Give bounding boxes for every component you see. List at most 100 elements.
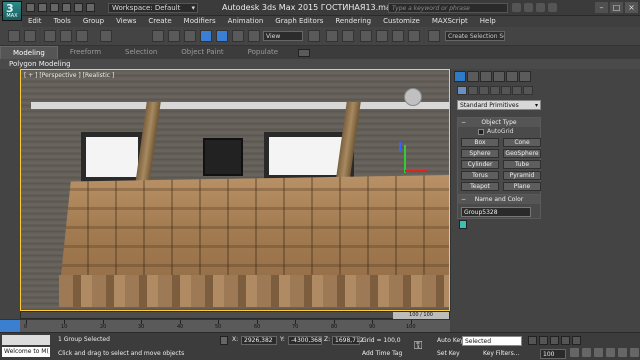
menu-modifiers[interactable]: Modifiers [178, 16, 222, 27]
menu-group[interactable]: Group [77, 16, 110, 27]
pivot-center-icon[interactable] [308, 30, 320, 42]
select-object-icon[interactable] [152, 30, 164, 42]
open-file-icon[interactable] [38, 3, 47, 12]
auto-key-button[interactable]: Auto Key [437, 337, 464, 344]
utilities-tab-icon[interactable] [519, 71, 531, 82]
pyramid-button[interactable]: Pyramid [503, 171, 541, 180]
new-file-icon[interactable] [26, 3, 35, 12]
selection-lock-icon[interactable] [220, 336, 228, 345]
tab-object-paint[interactable]: Object Paint [169, 46, 235, 59]
systems-icon[interactable] [523, 86, 533, 95]
select-and-rotate-icon[interactable] [216, 30, 228, 42]
edit-named-selection-icon[interactable] [428, 30, 440, 42]
help-icon[interactable] [548, 3, 557, 12]
go-to-start-icon[interactable] [528, 336, 537, 345]
zoom-all-icon[interactable] [582, 348, 591, 357]
select-manipulate-icon[interactable] [326, 30, 338, 42]
x-coord-field[interactable]: 2926,382 [241, 336, 277, 345]
binoculars-icon[interactable] [512, 3, 521, 12]
current-frame-field[interactable]: 100 [540, 349, 566, 359]
key-selection-dropdown[interactable]: Selected [462, 336, 522, 346]
ribbon-toggle-icon[interactable] [298, 48, 311, 57]
tab-modeling[interactable]: Modeling [0, 45, 58, 60]
cylinder-button[interactable]: Cylinder [461, 160, 499, 169]
previous-frame-icon[interactable] [539, 336, 548, 345]
community-icon[interactable] [524, 3, 533, 12]
menu-rendering[interactable]: Rendering [329, 16, 377, 27]
autogrid-checkbox[interactable]: AutoGrid [458, 127, 540, 136]
menu-views[interactable]: Views [110, 16, 142, 27]
object-color-swatch[interactable] [459, 220, 467, 229]
menu-edit[interactable]: Edit [22, 16, 48, 27]
motion-tab-icon[interactable] [493, 71, 505, 82]
redo-icon[interactable] [74, 3, 83, 12]
reference-coordinate-dropdown[interactable]: View [263, 31, 303, 41]
selection-filter-icon[interactable] [100, 30, 112, 42]
menu-animation[interactable]: Animation [222, 16, 270, 27]
select-by-name-icon[interactable] [168, 30, 180, 42]
cameras-icon[interactable] [490, 86, 500, 95]
maxscript-mini-listener-top[interactable] [2, 335, 50, 345]
tab-selection[interactable]: Selection [113, 46, 169, 59]
gizmo-z-axis[interactable] [399, 142, 401, 152]
rectangular-selection-icon[interactable] [184, 30, 196, 42]
save-file-icon[interactable] [50, 3, 59, 12]
z-coord-field[interactable]: 1698,712 [332, 336, 364, 345]
name-color-header[interactable]: − Name and Color [458, 195, 540, 204]
keyboard-shortcut-icon[interactable] [342, 30, 354, 42]
primitive-type-dropdown[interactable]: Standard Primitives ▾ [457, 100, 541, 110]
menu-customize[interactable]: Customize [377, 16, 426, 27]
minimize-button[interactable]: – [595, 2, 608, 13]
key-filters-button[interactable]: Key Filters... [483, 350, 520, 357]
geometry-icon[interactable] [457, 86, 467, 95]
select-and-scale-icon[interactable] [232, 30, 244, 42]
star-icon[interactable] [536, 3, 545, 12]
sphere-button[interactable]: Sphere [461, 149, 499, 158]
perspective-viewport[interactable]: [ + ] [Perspective ] [Realistic ] [20, 69, 450, 311]
zoom-icon[interactable] [570, 348, 579, 357]
maximize-button[interactable]: □ [610, 2, 623, 13]
set-key-button[interactable]: Set Key [437, 350, 460, 357]
bind-space-warp-icon[interactable] [76, 30, 88, 42]
object-name-field[interactable]: Group5328 [461, 207, 531, 217]
link-icon[interactable] [44, 30, 56, 42]
menu-tools[interactable]: Tools [48, 16, 77, 27]
select-and-move-icon[interactable] [200, 30, 212, 42]
lights-icon[interactable] [479, 86, 489, 95]
ribbon-panel-label[interactable]: Polygon Modeling [0, 59, 640, 69]
box-button[interactable]: Box [461, 138, 499, 147]
time-slider-thumb[interactable]: 100 / 100 [393, 312, 449, 319]
named-selection-set-dropdown[interactable]: Create Selection Se [445, 31, 505, 41]
snaps-toggle-icon[interactable] [360, 30, 372, 42]
modify-tab-icon[interactable] [467, 71, 479, 82]
menu-create[interactable]: Create [142, 16, 177, 27]
redo-button[interactable] [24, 30, 36, 42]
y-coord-field[interactable]: -4300,368 [288, 336, 322, 345]
viewcube-icon[interactable] [404, 88, 422, 106]
gizmo-x-axis[interactable] [405, 170, 427, 172]
gizmo-y-axis[interactable] [404, 145, 406, 173]
tab-freeform[interactable]: Freeform [58, 46, 113, 59]
shapes-icon[interactable] [468, 86, 478, 95]
unlink-icon[interactable] [60, 30, 72, 42]
orbit-icon[interactable] [630, 348, 639, 357]
field-of-view-icon[interactable] [606, 348, 615, 357]
menu-help[interactable]: Help [474, 16, 502, 27]
undo-icon[interactable] [62, 3, 71, 12]
cone-button[interactable]: Cone [503, 138, 541, 147]
torus-button[interactable]: Torus [461, 171, 499, 180]
tab-populate[interactable]: Populate [236, 46, 290, 59]
percent-snap-icon[interactable] [392, 30, 404, 42]
workspace-dropdown[interactable]: Workspace: Default ▾ [108, 3, 198, 13]
geosphere-button[interactable]: GeoSphere [503, 149, 541, 158]
project-folder-icon[interactable] [86, 3, 95, 12]
helpers-icon[interactable] [501, 86, 511, 95]
add-time-tag-button[interactable]: Add Time Tag [362, 350, 402, 357]
time-slider[interactable]: 100 / 100 [20, 311, 450, 319]
viewport-label[interactable]: [ + ] [Perspective ] [Realistic ] [24, 72, 114, 79]
close-button[interactable]: × [625, 2, 638, 13]
plane-button[interactable]: Plane [503, 182, 541, 191]
app-logo-button[interactable]: 3 MAX [2, 1, 22, 21]
spinner-snap-icon[interactable] [408, 30, 420, 42]
teapot-button[interactable]: Teapot [461, 182, 499, 191]
